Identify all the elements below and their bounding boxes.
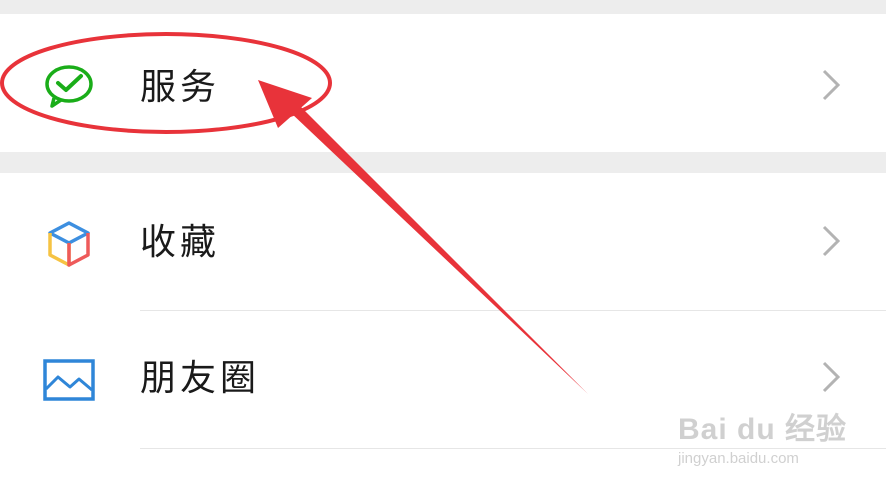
menu-item-label: 服务 [140,67,221,108]
wechat-pay-icon [44,64,94,112]
watermark-logo: Bai du 经验 [678,413,848,446]
menu-item-services[interactable]: 服务 [0,14,886,152]
menu-item-favorites[interactable]: 收藏 [0,173,886,310]
menu-item-label: 朋友圈 [140,358,261,399]
menu-item-label: 收藏 [140,222,221,263]
watermark-url: jingyan.baidu.com [678,450,799,467]
favorites-cube-icon [45,220,93,272]
services-section: 服务 [0,14,886,152]
baidu-watermark: Bai du 经验 jingyan.baidu.com [678,404,847,467]
chevron-right-icon [818,224,844,262]
moments-image-icon [43,359,95,405]
chevron-right-icon [818,360,844,398]
chevron-right-icon [818,68,844,106]
